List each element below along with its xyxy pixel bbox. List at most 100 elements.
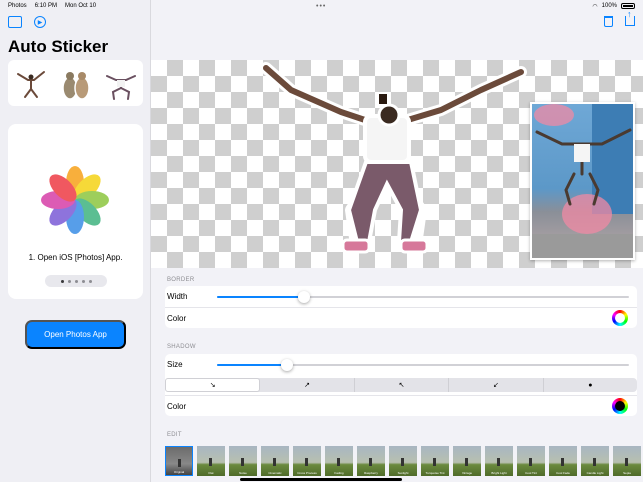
photos-app-icon — [41, 166, 109, 234]
shadow-dir-bottom-left[interactable]: ↙ — [449, 378, 544, 392]
filter-label: Candle Light — [586, 471, 604, 475]
wifi-icon: ◠ — [592, 3, 598, 10]
filter-thumbnail[interactable]: Original — [165, 446, 193, 476]
border-width-slider[interactable] — [217, 291, 629, 303]
filter-label: Cinematic — [268, 471, 282, 475]
open-photos-button[interactable]: Open Photos App — [25, 320, 126, 349]
page-indicator[interactable] — [45, 275, 107, 287]
filter-preview-figure — [337, 458, 340, 466]
filter-thumbnail[interactable]: Sunlight — [389, 446, 417, 476]
border-color-picker[interactable] — [612, 310, 628, 326]
border-section-label: BORDER — [167, 277, 195, 283]
source-photo[interactable] — [530, 102, 635, 260]
top-toolbar — [604, 9, 635, 27]
edit-section-label: EDIT — [167, 432, 182, 438]
filter-preview-figure — [625, 458, 628, 466]
filter-label: Fading — [334, 471, 344, 475]
filter-strip: Original Flat Noise Cinematic Cross Process F… — [165, 446, 641, 476]
shadow-color-row: Color — [165, 395, 637, 416]
filter-label: Cross Process — [297, 471, 317, 475]
page-dot[interactable] — [74, 279, 78, 283]
share-icon[interactable] — [625, 9, 635, 26]
filter-label: Noise — [239, 471, 247, 475]
filter-preview-figure — [305, 458, 308, 466]
filter-thumbnail[interactable]: Cool Fade — [549, 446, 577, 476]
filter-label: Cool Fade — [556, 471, 570, 475]
trash-icon[interactable] — [604, 16, 613, 27]
shadow-dir-top-left[interactable]: ↖ — [355, 378, 450, 392]
filter-thumbnail[interactable]: Cool Tint — [517, 446, 545, 476]
page-dot[interactable] — [81, 279, 85, 283]
status-bar: Photos 6:10 PM Mon Oct 10 ••• ◠ 100% — [0, 0, 643, 12]
filter-thumbnail[interactable]: Fading — [325, 446, 353, 476]
home-indicator — [240, 478, 402, 481]
page-title: Auto Sticker — [8, 37, 109, 56]
filter-label: Cool Tint — [525, 471, 537, 475]
shadow-color-picker[interactable] — [612, 398, 628, 414]
play-circle-icon[interactable]: ▶ — [34, 16, 46, 28]
shadow-size-row: Size — [165, 354, 637, 375]
shadow-size-label: Size — [167, 360, 183, 369]
status-time: 6:10 PM — [34, 3, 58, 9]
border-color-row: Color — [165, 307, 637, 328]
filter-label: Sepia — [623, 471, 631, 475]
onboarding-step-text: 1. Open iOS [Photos] App. — [28, 253, 123, 262]
battery-icon — [621, 3, 635, 9]
filter-preview-figure — [241, 458, 244, 466]
sticker-thumbnail-jumper[interactable] — [14, 64, 48, 102]
shadow-dir-bottom-right[interactable]: ↘ — [165, 378, 261, 392]
page-dot[interactable] — [88, 279, 92, 283]
onboarding-card: 1. Open iOS [Photos] App. — [8, 124, 143, 299]
filter-thumbnail[interactable]: Vintage — [453, 446, 481, 476]
shadow-direction-segmented-control[interactable]: ↘ ↗ ↖ ↙ ● — [165, 378, 637, 392]
sidebar: ▶ Auto Sticker 1. Open iOS [Photos] App.… — [0, 0, 151, 482]
shadow-dir-top-right[interactable]: ↗ — [260, 378, 355, 392]
status-app: Photos — [8, 3, 27, 9]
filter-thumbnail[interactable]: Cross Process — [293, 446, 321, 476]
filter-label: Vintage — [461, 471, 473, 475]
status-date: Mon Oct 10 — [65, 3, 97, 9]
shadow-dir-center[interactable]: ● — [544, 378, 637, 392]
filter-preview-figure — [465, 458, 468, 466]
filter-preview-figure — [273, 458, 276, 466]
filter-preview-figure — [593, 458, 596, 466]
filter-thumbnail[interactable]: Raspberry — [357, 446, 385, 476]
filter-thumbnail[interactable]: Candle Light — [581, 446, 609, 476]
multitasking-dots-icon[interactable]: ••• — [316, 3, 326, 10]
border-width-label: Width — [167, 292, 188, 301]
settings-panel: BORDER Width Color SHADOW Size ↘ ↗ ↖ ↙ ●… — [151, 268, 643, 482]
filter-label: Raspberry — [364, 471, 378, 475]
filter-label: Flat — [208, 471, 214, 475]
border-color-label: Color — [167, 313, 187, 323]
page-dot[interactable] — [67, 279, 71, 283]
filter-preview-figure — [497, 458, 500, 466]
shadow-size-slider[interactable] — [217, 359, 629, 371]
filter-thumbnail[interactable]: Noise — [229, 446, 257, 476]
shadow-section-label: SHADOW — [167, 344, 196, 350]
filter-preview-figure — [209, 458, 212, 466]
filter-thumbnail[interactable]: Sepia — [613, 446, 641, 476]
sidebar-toggle-icon[interactable] — [8, 16, 22, 28]
filter-preview-figure — [561, 458, 564, 466]
filter-label: Bright Light — [491, 471, 507, 475]
sticker-thumbnail-squat[interactable] — [104, 64, 138, 102]
shadow-color-label: Color — [167, 401, 187, 411]
filter-preview-figure — [401, 458, 404, 466]
sticker-thumbnail-cats[interactable] — [59, 64, 93, 102]
page-dot[interactable] — [60, 279, 64, 283]
filter-preview-figure — [178, 459, 181, 467]
filter-thumbnail[interactable]: Bright Light — [485, 446, 513, 476]
slider-knob[interactable] — [297, 291, 310, 303]
filter-thumbnail[interactable]: Flat — [197, 446, 225, 476]
filter-preview-figure — [529, 458, 532, 466]
filter-thumbnail[interactable]: Cinematic — [261, 446, 289, 476]
filter-thumbnail[interactable]: Turquoise Tint — [421, 446, 449, 476]
border-width-row: Width — [165, 286, 637, 307]
filter-label: Original — [173, 470, 185, 474]
battery-label: 100% — [601, 3, 617, 9]
filter-preview-figure — [369, 458, 372, 466]
filter-label: Sunlight — [397, 471, 409, 475]
slider-knob[interactable] — [281, 359, 294, 371]
filter-preview-figure — [433, 458, 436, 466]
filter-label: Turquoise Tint — [425, 471, 445, 475]
